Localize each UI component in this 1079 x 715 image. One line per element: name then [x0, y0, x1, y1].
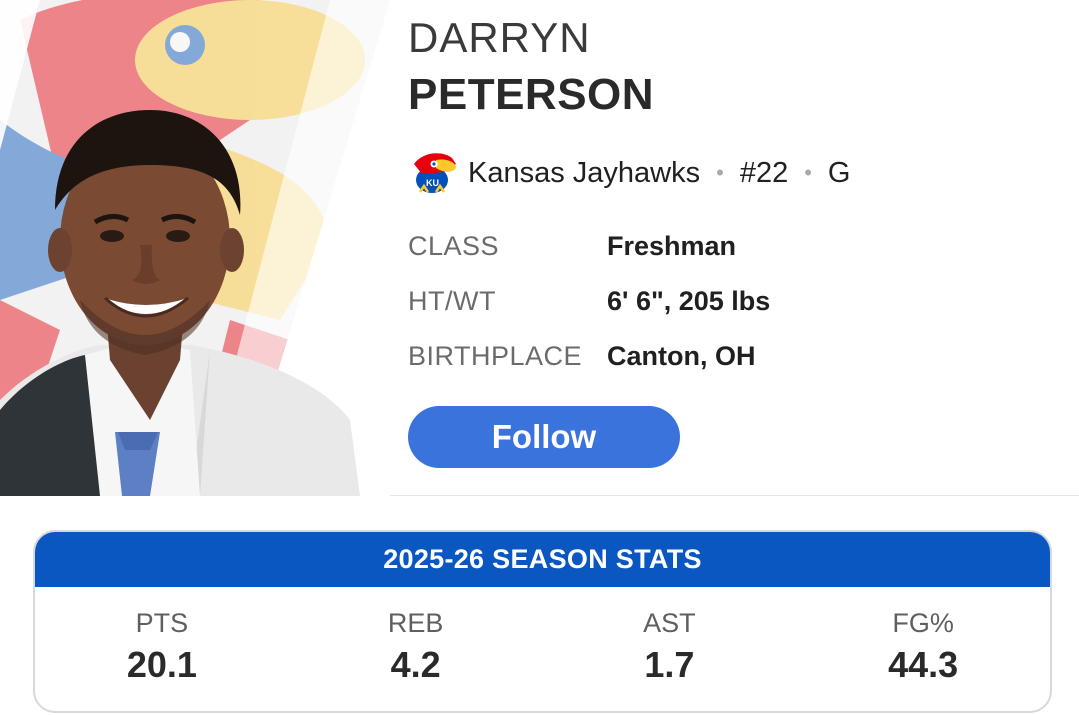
stats-title: 2025-26 SEASON STATS: [35, 532, 1050, 587]
stat-label: REB: [387, 608, 444, 638]
season-stats-card: 2025-26 SEASON STATS PTS 20.1 REB 4.2 AS…: [33, 530, 1052, 713]
follow-button[interactable]: Follow: [408, 406, 680, 468]
stat-reb: REB 4.2: [289, 587, 543, 711]
bio-value: 6' 6", 205 lbs: [607, 285, 771, 316]
player-header: DARRYN PETERSON KU Kansas Jayhawks • #22…: [0, 0, 1079, 496]
stat-value: 1.7: [644, 644, 695, 685]
jersey-number: #22: [739, 156, 789, 189]
team-name[interactable]: Kansas Jayhawks: [468, 157, 700, 190]
player-position: G: [827, 156, 851, 189]
team-row: KU Kansas Jayhawks • #22 • G: [408, 150, 850, 196]
bio-label: CLASS: [408, 230, 500, 261]
stat-fg-pct: FG% 44.3: [796, 587, 1050, 711]
bio-row-height-weight: HT/WT 6' 6", 205 lbs: [408, 281, 770, 321]
separator-dot: •: [804, 160, 812, 185]
player-last-name: PETERSON: [408, 70, 655, 119]
stat-pts: PTS 20.1: [35, 587, 289, 711]
bio-row-birthplace: BIRTHPLACE Canton, OH: [408, 336, 756, 376]
stat-label: FG%: [892, 608, 954, 638]
stat-value: 20.1: [126, 644, 197, 685]
stat-value: 4.2: [390, 644, 441, 685]
bio-label: HT/WT: [408, 285, 496, 316]
stat-label: PTS: [135, 608, 189, 638]
bio-value: Canton, OH: [607, 340, 756, 371]
stat-value: 44.3: [888, 644, 959, 685]
bio-label: BIRTHPLACE: [408, 340, 583, 371]
stats-grid: PTS 20.1 REB 4.2 AST 1.7 FG% 44.3: [35, 587, 1050, 711]
player-first-name: DARRYN: [408, 14, 591, 61]
stat-ast: AST 1.7: [543, 587, 797, 711]
bio-value: Freshman: [607, 230, 737, 261]
jayhawk-logo-icon[interactable]: KU: [408, 150, 458, 196]
stat-label: AST: [643, 608, 696, 638]
player-photo: [0, 0, 390, 496]
svg-text:KU: KU: [426, 178, 439, 188]
bio-row-class: CLASS Freshman: [408, 226, 736, 266]
separator-dot: •: [716, 160, 724, 185]
player-headshot-image: [0, 0, 390, 496]
